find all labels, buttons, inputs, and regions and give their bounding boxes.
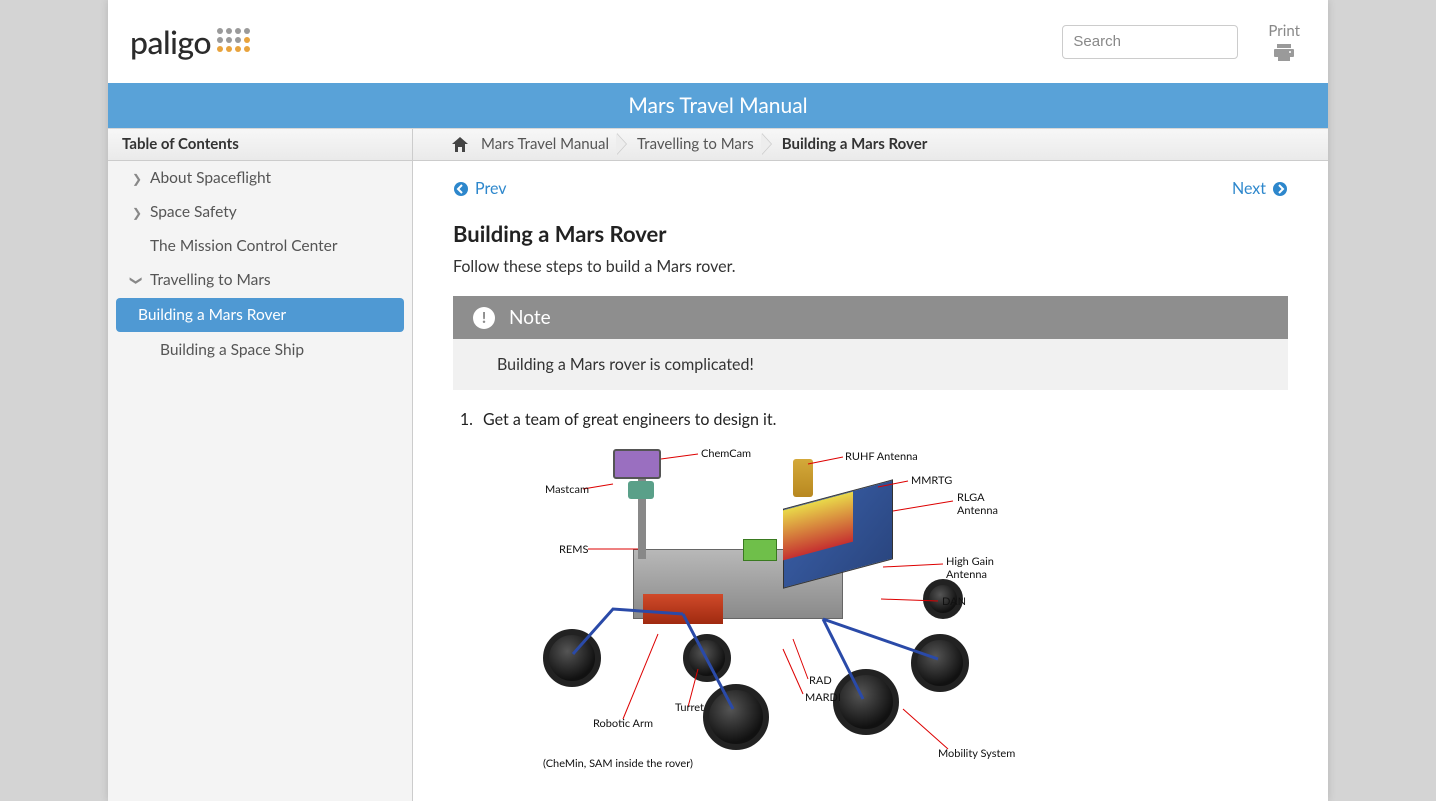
print-button[interactable]: Print [1268, 22, 1300, 62]
rover-diagram: ChemCam RUHF Antenna MMRTG Mastcam RLGA … [483, 439, 1003, 779]
logo-text: paligo [130, 22, 211, 61]
note-title: Note [509, 306, 551, 329]
label-chemcam: ChemCam [701, 447, 751, 460]
label-robotic-arm: Robotic Arm [593, 717, 653, 730]
arrow-right-circle-icon [1272, 181, 1288, 197]
label-chemin-note: (CheMin, SAM inside the rover) [543, 757, 693, 770]
label-dan: DAN [942, 595, 966, 608]
print-icon [1274, 44, 1294, 62]
home-icon[interactable] [451, 137, 469, 153]
note-box: ! Note Building a Mars rover is complica… [453, 296, 1288, 390]
toc-item-about-spaceflight[interactable]: ❯ About Spaceflight [108, 161, 412, 195]
logo[interactable]: paligo [130, 22, 251, 61]
manual-title-band: Mars Travel Manual [108, 83, 1328, 128]
toc-sidebar: ❯ About Spaceflight ❯ Space Safety The M… [108, 161, 413, 801]
note-body: Building a Mars rover is complicated! [453, 339, 1288, 390]
step-1: Get a team of great engineers to design … [477, 410, 1288, 429]
label-mardi: MARDI [805, 691, 841, 704]
intro-text: Follow these steps to build a Mars rover… [453, 257, 1288, 276]
note-icon: ! [473, 307, 495, 329]
logo-dots-icon [217, 28, 251, 56]
chevron-right-icon: ❯ [132, 205, 142, 220]
next-link[interactable]: Next [1232, 179, 1288, 198]
label-ruhf: RUHF Antenna [845, 450, 918, 463]
label-mastcam: Mastcam [541, 483, 589, 496]
prev-link[interactable]: Prev [453, 179, 506, 198]
toc-label: About Spaceflight [150, 169, 271, 187]
breadcrumb: Mars Travel Manual Travelling to Mars Bu… [413, 129, 1328, 160]
crumb-section[interactable]: Travelling to Mars [619, 128, 764, 161]
crumb-root[interactable]: Mars Travel Manual [481, 128, 619, 161]
label-mobility: Mobility System [938, 747, 1015, 760]
toc-item-travelling-to-mars[interactable]: ❯ Travelling to Mars [108, 263, 412, 297]
chevron-down-icon: ❯ [130, 275, 145, 285]
search-input[interactable] [1062, 25, 1238, 59]
prev-label: Prev [475, 179, 506, 198]
toc-label: Travelling to Mars [150, 271, 271, 289]
label-rlga: RLGA Antenna [957, 491, 998, 517]
toc-label: Building a Space Ship [160, 341, 304, 359]
next-label: Next [1232, 179, 1266, 198]
label-rad: RAD [809, 674, 832, 687]
toc-item-building-space-ship[interactable]: Building a Space Ship [108, 333, 412, 367]
crumb-current: Building a Mars Rover [764, 128, 938, 161]
chevron-right-icon: ❯ [132, 171, 142, 186]
label-rems: REMS [559, 543, 588, 556]
toc-header: Table of Contents [108, 129, 413, 160]
toc-label: The Mission Control Center [150, 237, 337, 255]
label-turret: Turret [675, 701, 704, 714]
label-high-gain: High Gain Antenna [946, 555, 994, 581]
toc-item-mission-control[interactable]: The Mission Control Center [108, 229, 412, 263]
toc-item-building-mars-rover[interactable]: Building a Mars Rover [116, 298, 404, 332]
arrow-left-circle-icon [453, 181, 469, 197]
label-mmrtg: MMRTG [911, 474, 952, 487]
toc-label: Building a Mars Rover [138, 306, 286, 324]
print-label: Print [1268, 22, 1300, 40]
toc-label: Space Safety [150, 203, 237, 221]
page-title: Building a Mars Rover [453, 220, 1288, 247]
toc-item-space-safety[interactable]: ❯ Space Safety [108, 195, 412, 229]
